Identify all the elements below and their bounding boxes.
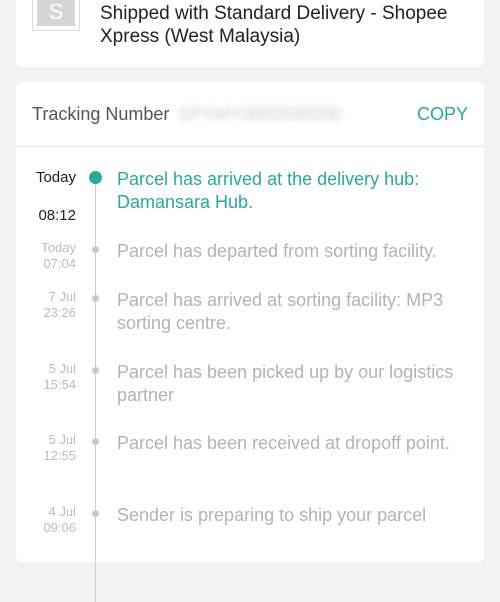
event-time: 09:06 xyxy=(43,520,76,535)
courier-logo: S xyxy=(32,0,80,31)
copy-button[interactable]: COPY xyxy=(417,104,468,125)
event-dot xyxy=(92,510,99,517)
event-dot-current xyxy=(89,171,102,184)
event-time: 08:12 xyxy=(38,207,76,224)
timeline-line xyxy=(95,178,96,602)
event-description: Sender is preparing to ship your parcel xyxy=(117,505,427,525)
event-dot xyxy=(92,246,99,253)
event-day: 7 Jul xyxy=(48,289,76,304)
tracking-header: Tracking Number SPXMY0000000000 COPY xyxy=(16,82,484,147)
event-dot xyxy=(92,295,99,302)
event-time: 07:04 xyxy=(43,256,76,271)
tracking-card: Tracking Number SPXMY0000000000 COPY Tod… xyxy=(16,82,484,602)
event-description: Parcel has arrived at sorting facility: … xyxy=(117,290,444,333)
shipping-method-card: S Shipped with Standard Delivery - Shope… xyxy=(16,0,484,67)
tracking-number-label: Tracking Number xyxy=(32,104,170,124)
event-day: 5 Jul xyxy=(48,432,76,447)
event-description: Parcel has arrived at the delivery hub: … xyxy=(117,169,420,212)
event-day: 4 Jul xyxy=(48,504,76,519)
event-time: 15:54 xyxy=(43,377,76,392)
event-time: 23:26 xyxy=(43,305,76,320)
event-day: 5 Jul xyxy=(48,361,76,376)
event-description: Parcel has been received at dropoff poin… xyxy=(117,433,450,453)
tracking-number-value: SPXMY0000000000 xyxy=(178,104,342,124)
event-time: 12:55 xyxy=(43,448,76,463)
event-dot xyxy=(92,438,99,445)
event-dot xyxy=(92,367,99,374)
event-day: Today xyxy=(35,169,76,186)
event-description: Parcel has departed from sorting facilit… xyxy=(117,241,437,261)
courier-logo-letter: S xyxy=(37,0,75,26)
shipping-method-text: Shipped with Standard Delivery - Shopee … xyxy=(100,3,448,47)
event-day: Today xyxy=(41,240,76,255)
event-description: Parcel has been picked up by our logisti… xyxy=(117,362,454,405)
